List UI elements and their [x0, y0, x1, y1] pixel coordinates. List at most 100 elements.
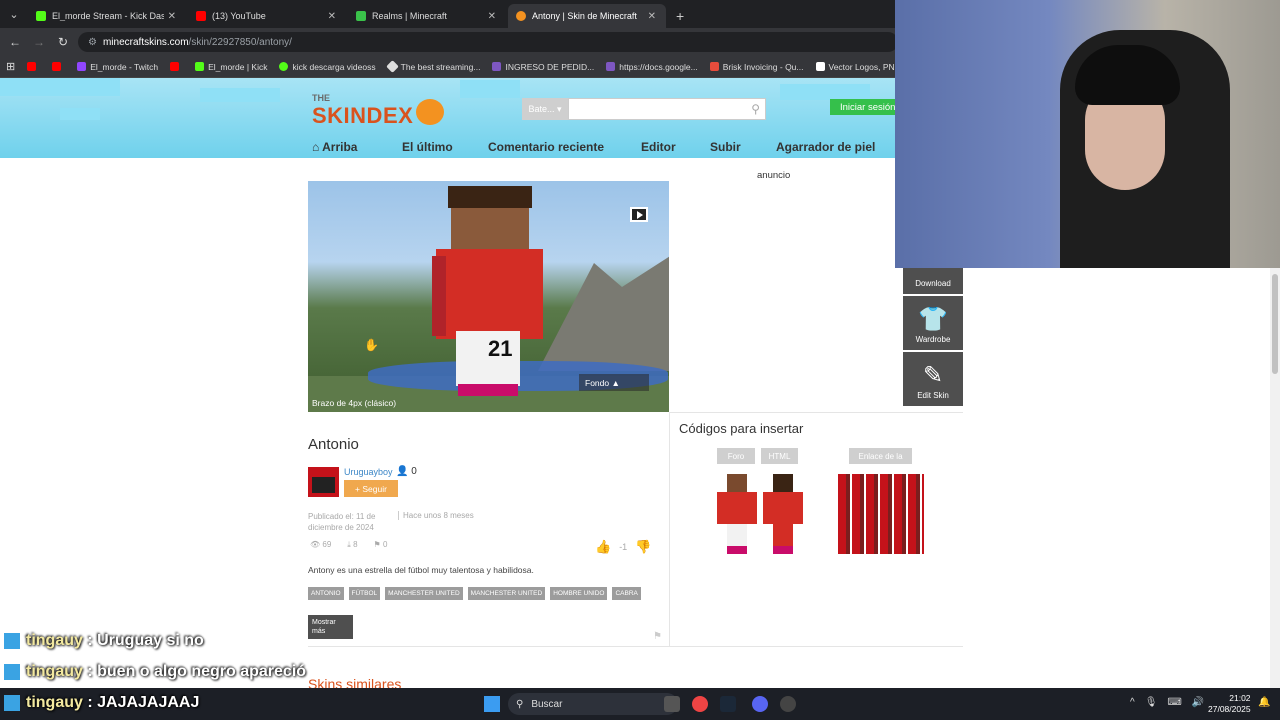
skin-description: Antony es una estrella del fútbol muy ta…: [308, 565, 534, 575]
chat-badge-icon: [4, 633, 20, 649]
windows-start-icon[interactable]: [484, 696, 500, 712]
page-scrollbar[interactable]: [1270, 268, 1280, 688]
thumbs-down-icon[interactable]: 👎: [635, 539, 651, 555]
tag[interactable]: MANCHESTER UNITED: [467, 587, 546, 600]
chat-message: tingauy : JAJAJAJAAJ: [4, 694, 199, 712]
bookmark-docs[interactable]: https://docs.google...: [606, 62, 698, 72]
apps-grid-icon[interactable]: ⊞: [6, 60, 15, 73]
embed-title: Códigos para insertar: [679, 421, 804, 436]
webcam-overlay: [895, 0, 1280, 268]
tag[interactable]: FÚTBOL: [348, 587, 381, 600]
tab-realms[interactable]: Realms | Minecraft ✕: [348, 4, 506, 28]
skindex-logo[interactable]: THE SKINDEX: [312, 93, 444, 129]
edit-cube-icon: ✎: [922, 362, 944, 389]
taskbar-search[interactable]: ⚲ Buscar: [508, 693, 678, 715]
tag[interactable]: MANCHESTER UNITED: [385, 587, 463, 600]
tab-skindex[interactable]: Antony | Skin de Minecraft ✕: [508, 4, 666, 28]
published-ago: Hace unos 8 meses: [398, 511, 474, 520]
youtube-bookmark-icon[interactable]: [27, 62, 40, 71]
url-path: /skin/22927850/antony/: [188, 36, 292, 48]
embed-link-button[interactable]: Enlace de la: [849, 448, 912, 464]
nav-subir[interactable]: Subir: [710, 140, 741, 154]
nav-el-ultimo[interactable]: El último: [402, 140, 453, 154]
embed-forum-button[interactable]: Foro: [717, 448, 755, 464]
close-tab-icon[interactable]: ✕: [328, 11, 336, 22]
chat-message: tingauy : buen o algo negro apareció: [4, 663, 306, 681]
divider: [669, 412, 670, 646]
wardrobe-button[interactable]: 👕 Wardrobe: [903, 296, 963, 352]
chat-message: tingauy : Uruguay si no: [4, 632, 204, 650]
search-input[interactable]: [568, 98, 766, 120]
skin-front-preview: [717, 474, 757, 556]
skin-texture-image: [838, 474, 924, 554]
follow-button[interactable]: + Seguir: [344, 480, 398, 497]
tab-youtube[interactable]: (13) YouTube ✕: [188, 4, 346, 28]
favorites-stat: ⚑ 0: [373, 540, 388, 549]
logo-the: THE: [312, 93, 330, 103]
tag[interactable]: ANTONIO: [308, 587, 344, 600]
background-button[interactable]: Fondo ▲: [579, 374, 649, 391]
follower-count: 👤 0: [396, 466, 417, 477]
bookmark-twitch[interactable]: El_morde - Twitch: [77, 62, 158, 72]
divider: [669, 412, 963, 413]
bookmark-streaming[interactable]: The best streaming...: [385, 60, 480, 73]
chrome-icon[interactable]: [692, 696, 708, 712]
bookmark-kick[interactable]: El_morde | Kick: [195, 62, 267, 72]
report-flag-icon[interactable]: ⚑: [653, 631, 662, 642]
thumbs-up-icon[interactable]: 👍: [595, 539, 611, 555]
task-view-icon[interactable]: [664, 696, 680, 712]
user-icon: 👤: [396, 466, 409, 477]
notification-icon[interactable]: 🔔: [1258, 697, 1270, 708]
chevron-up-icon[interactable]: ^: [1130, 697, 1135, 708]
tab-title: Realms | Minecraft: [372, 11, 447, 21]
obs-icon[interactable]: [780, 696, 796, 712]
favorite-icon: ⚑: [373, 540, 381, 549]
bookmark-brisk[interactable]: Brisk Invoicing - Qu...: [709, 62, 804, 72]
microphone-icon[interactable]: 🎙: [1145, 697, 1158, 708]
tab-search-chevron-icon[interactable]: ⌄: [0, 0, 28, 28]
address-bar[interactable]: ⚙ minecraftskins.com/skin/22927850/anton…: [78, 32, 898, 52]
nav-comentario-reciente[interactable]: Comentario reciente: [488, 140, 604, 154]
show-more-button[interactable]: Mostrar más: [308, 615, 353, 639]
back-arrow-icon[interactable]: ←: [3, 35, 27, 49]
embed-html-button[interactable]: HTML: [761, 448, 798, 464]
author-avatar[interactable]: [308, 467, 339, 497]
close-tab-icon[interactable]: ✕: [648, 11, 656, 22]
volume-icon[interactable]: 🔊: [1192, 697, 1204, 708]
edit-skin-button[interactable]: ✎ Edit Skin: [903, 352, 963, 408]
reload-icon[interactable]: ↻: [51, 35, 75, 49]
search-icon[interactable]: ⚲: [751, 102, 760, 116]
author-link[interactable]: Uruguayboy: [344, 467, 393, 477]
close-tab-icon[interactable]: ✕: [168, 11, 176, 22]
skin-3d-viewer[interactable]: 21 ✋ Fondo ▲ Brazo de 4px (clásico): [308, 181, 669, 412]
bookmark-ingreso[interactable]: INGRESO DE PEDID...: [492, 62, 594, 72]
forward-arrow-icon[interactable]: →: [27, 35, 51, 49]
published-date: Publicado el: 11 de diciembre de 2024: [308, 512, 376, 532]
shorts-number: 21: [488, 336, 513, 361]
youtube-bookmark-icon[interactable]: [170, 62, 183, 71]
rating-value: -1: [619, 542, 628, 552]
url-host: minecraftskins.com: [102, 36, 189, 48]
nav-agarrador-de-piel[interactable]: Agarrador de piel: [776, 140, 875, 154]
taskbar-clock[interactable]: 21:02 27/08/2025: [1208, 693, 1251, 715]
site-info-icon[interactable]: ⚙: [88, 37, 97, 48]
youtube-bookmark-icon[interactable]: [52, 62, 65, 71]
new-tab-plus-icon[interactable]: +: [668, 4, 692, 28]
tab-kick[interactable]: El_morde Stream - Kick Dashbo ✕: [28, 4, 186, 28]
tag[interactable]: CABRA: [612, 587, 641, 600]
animation-play-icon[interactable]: [630, 207, 648, 222]
close-tab-icon[interactable]: ✕: [488, 11, 496, 22]
tab-title: Antony | Skin de Minecraft: [532, 11, 637, 21]
search-group: Bate... ▾ ⚲: [522, 98, 766, 120]
youtube-icon: [196, 11, 206, 21]
tag[interactable]: HOMBRE UNIDO: [550, 587, 608, 600]
steam-icon[interactable]: [720, 696, 736, 712]
login-button[interactable]: Iniciar sesión: [830, 99, 900, 115]
discord-icon[interactable]: [752, 696, 768, 712]
download-button[interactable]: Download: [903, 268, 963, 296]
search-category-select[interactable]: Bate... ▾: [522, 98, 568, 120]
nav-editor[interactable]: Editor: [641, 140, 676, 154]
bookmark-kick-download[interactable]: kick descarga videoss: [279, 62, 376, 72]
network-icon[interactable]: ⌨: [1167, 697, 1181, 708]
nav-arriba[interactable]: ⌂ Arriba: [312, 140, 357, 154]
